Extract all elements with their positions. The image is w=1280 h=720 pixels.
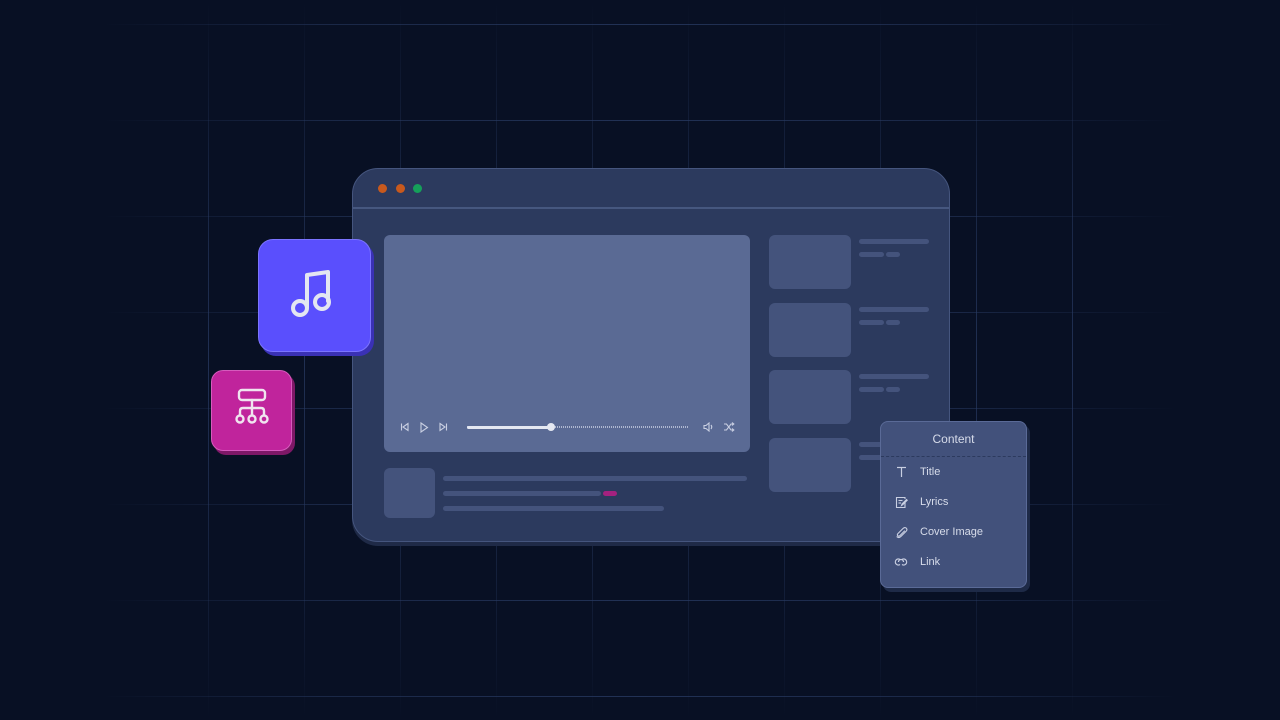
link-icon bbox=[894, 555, 908, 569]
progress-fill bbox=[467, 425, 551, 429]
grid-line bbox=[0, 600, 1280, 601]
app-window bbox=[352, 168, 950, 542]
skip-back-icon[interactable] bbox=[398, 420, 412, 434]
playlist-thumbnail bbox=[769, 235, 851, 289]
player-controls bbox=[398, 420, 736, 434]
playlist-item[interactable] bbox=[769, 370, 931, 424]
menu-item-label: Title bbox=[920, 466, 941, 478]
placeholder-line bbox=[859, 387, 884, 392]
placeholder-line bbox=[886, 387, 900, 392]
menu-item-label: Lyrics bbox=[920, 496, 949, 508]
hierarchy-icon bbox=[231, 387, 273, 434]
content-menu-title: Content bbox=[881, 422, 1026, 457]
maximize-window-button[interactable] bbox=[413, 184, 422, 193]
grid-line bbox=[0, 696, 1280, 697]
playlist-thumbnail bbox=[769, 438, 851, 492]
menu-item-label: Cover Image bbox=[920, 526, 983, 538]
playlist-thumbnail bbox=[769, 303, 851, 357]
paperclip-icon bbox=[894, 525, 908, 539]
playlist-thumbnail bbox=[769, 370, 851, 424]
content-menu: Content Title Lyrics Cover Image Link bbox=[880, 421, 1027, 588]
placeholder-line bbox=[859, 307, 929, 312]
grid-line bbox=[1072, 0, 1073, 720]
hierarchy-app-tile[interactable] bbox=[211, 370, 292, 451]
music-app-tile[interactable] bbox=[258, 239, 371, 352]
grid-line bbox=[208, 0, 209, 720]
window-titlebar bbox=[353, 169, 949, 209]
playlist-item[interactable] bbox=[769, 303, 931, 357]
menu-item-title[interactable]: Title bbox=[881, 457, 1026, 487]
progress-knob[interactable] bbox=[546, 423, 555, 431]
music-note-icon bbox=[285, 263, 345, 328]
grid-line bbox=[0, 120, 1280, 121]
grid-line bbox=[976, 0, 977, 720]
track-details bbox=[384, 468, 750, 520]
text-icon bbox=[894, 465, 908, 479]
skip-forward-icon[interactable] bbox=[436, 420, 450, 434]
track-thumbnail bbox=[384, 468, 435, 518]
placeholder-line bbox=[886, 252, 900, 257]
placeholder-line bbox=[886, 320, 900, 325]
placeholder-line bbox=[859, 252, 884, 257]
accent-tag bbox=[603, 491, 617, 496]
minimize-window-button[interactable] bbox=[396, 184, 405, 193]
placeholder-line bbox=[443, 491, 601, 496]
menu-item-lyrics[interactable]: Lyrics bbox=[881, 487, 1026, 517]
placeholder-line bbox=[859, 320, 884, 325]
volume-icon[interactable] bbox=[701, 420, 715, 434]
menu-item-label: Link bbox=[920, 556, 941, 568]
grid-line bbox=[0, 24, 1280, 25]
menu-item-link[interactable]: Link bbox=[881, 547, 1026, 577]
menu-item-cover-image[interactable]: Cover Image bbox=[881, 517, 1026, 547]
playlist-item[interactable] bbox=[769, 235, 931, 289]
shuffle-icon[interactable] bbox=[722, 420, 736, 434]
grid-line bbox=[304, 0, 305, 720]
close-window-button[interactable] bbox=[378, 184, 387, 193]
placeholder-line bbox=[859, 239, 929, 244]
placeholder-line bbox=[443, 506, 664, 511]
video-player[interactable] bbox=[384, 235, 750, 452]
placeholder-line bbox=[859, 374, 929, 379]
play-icon[interactable] bbox=[417, 420, 431, 434]
placeholder-line bbox=[443, 476, 747, 481]
progress-slider[interactable] bbox=[467, 423, 688, 431]
edit-document-icon bbox=[894, 495, 908, 509]
